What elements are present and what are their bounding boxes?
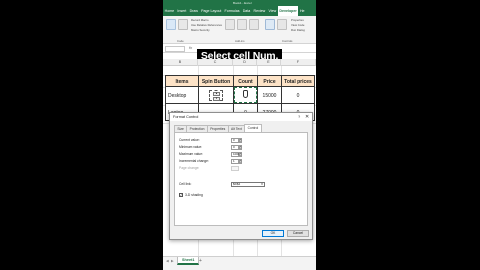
dialog-tabs: Size Protection Properties Alt Text Cont… (174, 124, 262, 132)
tab-page-layout[interactable]: Page Layout (200, 6, 223, 16)
close-icon[interactable]: ✕ (305, 114, 309, 120)
maximum-value-input[interactable]: 1000 (231, 151, 240, 157)
design-mode-icon[interactable] (277, 19, 287, 30)
tab-view[interactable]: View (267, 6, 278, 16)
group-controls-label: Controls (282, 39, 293, 43)
sheet-tab-sheet1[interactable]: Sheet1 (177, 257, 200, 265)
sheet-tab-bar: ◀ ▶ Sheet1 + (163, 256, 316, 270)
cell-total-desktop[interactable]: 0 (281, 86, 315, 104)
maximum-value-label: Maximum value: (179, 152, 204, 156)
cell-price-desktop[interactable]: 15000 (257, 86, 282, 104)
tab-home[interactable]: Home (163, 6, 176, 16)
tab-draw[interactable]: Draw (188, 6, 200, 16)
tab-data[interactable]: Data (241, 6, 252, 16)
spin-button-control[interactable]: ▲ ▼ (209, 90, 223, 101)
insert-control-icon[interactable] (265, 19, 275, 30)
dialog-title-bar[interactable]: Format Control ? ✕ (170, 113, 312, 121)
cancel-button[interactable]: Cancel (287, 230, 309, 237)
cell-link-row: Cell link: $D$4 ⬆ (179, 181, 307, 187)
format-control-dialog: Format Control ? ✕ Size Protection Prope… (169, 112, 313, 240)
page-change-label: Page change: (179, 166, 200, 170)
dialog-tab-properties[interactable]: Properties (206, 125, 229, 132)
properties-item[interactable]: Properties (291, 18, 304, 22)
help-icon[interactable]: ? (298, 114, 300, 119)
dialog-tab-alt-text[interactable]: Alt Text (227, 125, 246, 132)
excel-add-ins-icon[interactable] (237, 19, 247, 30)
incremental-change-spinner[interactable]: ▴ ▾ (239, 158, 242, 164)
incremental-change-label: Incremental change: (179, 159, 209, 163)
add-ins-icon[interactable] (225, 19, 235, 30)
cell-item-desktop[interactable]: Desktop (165, 86, 199, 104)
current-value-label: Current value: (179, 138, 200, 142)
dialog-title: Format Control (173, 114, 199, 119)
run-dialog-item[interactable]: Run Dialog (291, 28, 305, 32)
relative-references-item[interactable]: Use Relative References (191, 23, 222, 27)
ribbon-tabs: Home Insert Draw Page Layout Formulas Da… (163, 6, 316, 16)
view-code-item[interactable]: View Code (291, 23, 304, 27)
spin-up-arrow-icon[interactable]: ▲ (213, 92, 220, 96)
sheet-nav-left-icon[interactable]: ◀ (166, 257, 169, 265)
page-change-row: Page change: (179, 165, 307, 171)
cell-link-label: Cell link: (179, 182, 192, 186)
cell-spin-desktop[interactable]: ▲ ▼ (198, 86, 234, 104)
column-header-b[interactable]: B (163, 59, 198, 66)
tab-insert[interactable]: Insert (176, 6, 188, 16)
record-macro-item[interactable]: Record Macro (191, 18, 209, 22)
minimum-value-row: Minimum value: 0 ▴ ▾ (179, 144, 307, 150)
sheet-nav-right-icon[interactable]: ▶ (171, 257, 174, 265)
incremental-change-input[interactable]: 1 (231, 158, 239, 164)
range-selector-icon[interactable]: ⬆ (259, 182, 265, 187)
excel-window: Book1 - Excel Home Insert Draw Page Layo… (163, 0, 316, 270)
shading-checkbox[interactable]: ✓ (179, 193, 183, 197)
page-change-input (231, 165, 239, 171)
tab-help[interactable]: He (298, 6, 306, 16)
current-value-input[interactable]: 0 (231, 137, 239, 143)
shading-label: 3-D shading (185, 193, 203, 197)
minimum-value-input[interactable]: 0 (231, 144, 239, 150)
minimum-value-spinner[interactable]: ▴ ▾ (239, 144, 242, 150)
maximum-value-spinner[interactable]: ▴ ▾ (239, 151, 242, 157)
com-add-ins-icon[interactable] (249, 19, 259, 30)
column-header-e[interactable]: E (257, 59, 281, 66)
column-header-c[interactable]: C (198, 59, 233, 66)
visual-basic-icon[interactable] (166, 19, 176, 30)
add-sheet-icon[interactable]: + (199, 257, 202, 265)
ok-button[interactable]: OK (262, 230, 284, 237)
group-addins-label: Add-ins (235, 39, 245, 43)
dialog-tab-protection[interactable]: Protection (186, 125, 208, 132)
ribbon-body: Record Macro Use Relative References Mac… (163, 16, 316, 44)
minimum-value-label: Minimum value: (179, 145, 203, 149)
current-value-row: Current value: 0 ▴ ▾ (179, 137, 307, 143)
dialog-tab-control[interactable]: Control (244, 124, 262, 132)
tab-review[interactable]: Review (252, 6, 267, 16)
incremental-change-row: Incremental change: 1 ▴ ▾ (179, 158, 307, 164)
tab-developer[interactable]: Developer (277, 6, 299, 16)
spin-down-arrow-icon[interactable]: ▼ (213, 96, 220, 101)
control-tab-panel: Current value: 0 ▴ ▾ Minimum value: 0 ▴ ▾ … (174, 132, 308, 226)
group-code-label: Code (177, 39, 184, 43)
cursor-icon (243, 90, 248, 98)
macro-security-item[interactable]: Macro Security (191, 28, 210, 32)
column-headers: B C D E F (163, 59, 316, 66)
tab-formulas[interactable]: Formulas (223, 6, 241, 16)
maximum-value-row: Maximum value: 1000 ▴ ▾ (179, 151, 307, 157)
column-header-d[interactable]: D (233, 59, 257, 66)
current-value-spinner[interactable]: ▴ ▾ (239, 137, 242, 143)
column-header-f[interactable]: F (281, 59, 316, 66)
macros-icon[interactable] (178, 19, 188, 30)
